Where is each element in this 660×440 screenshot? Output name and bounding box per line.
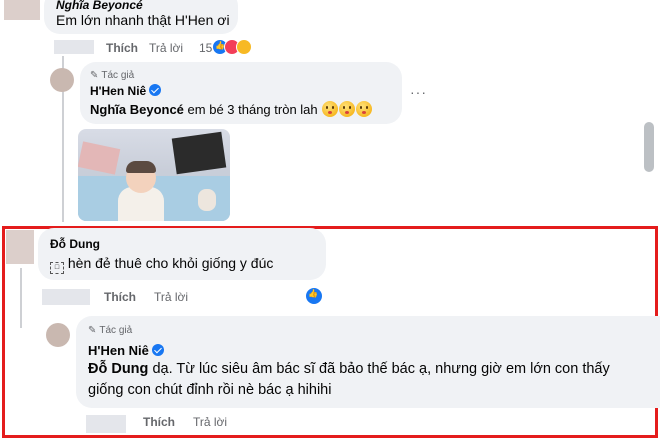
reply-text-body: dạ. Từ lúc siêu âm bác sĩ đã bảo thế bác… [152,361,610,377]
timestamp-redacted [54,40,94,54]
reply-author-name[interactable]: H'Hen Niê [88,343,149,358]
avatar[interactable] [50,68,74,92]
like-button[interactable]: Thích [104,290,136,304]
care-icon[interactable] [236,39,252,55]
reply-button[interactable]: Trả lời [154,290,188,304]
thread-line [20,268,22,328]
avatar[interactable] [4,0,40,20]
comment-bubble: Nghĩa Beyoncé Em lớn nhanh thật H'Hen ơi [44,0,238,34]
kiss-emoji [322,101,339,117]
photo-pillow [78,141,121,175]
like-icon[interactable] [305,287,323,305]
reply-button[interactable]: Trả lời [193,415,227,429]
reply-text-line1: Đỗ Dung dạ. Từ lúc siêu âm bác sĩ đã bảo… [88,361,610,377]
reply-author[interactable]: H'Hen Niê [90,84,162,98]
reply-text-body: em bé 3 tháng tròn lah [187,102,318,117]
comment-bubble: Đỗ Dung □ hèn đẻ thuê cho khỏi giống y đ… [38,228,326,280]
kiss-emoji [339,101,356,117]
comment-author[interactable]: Đỗ Dung [50,237,100,251]
like-button[interactable]: Thích [143,415,175,429]
reply-text-line2: giống con chút đỉnh rồi nè bác ạ hihihi [88,382,332,398]
avatar[interactable] [6,230,34,264]
more-options-button[interactable]: ··· [410,84,427,100]
timestamp-redacted [42,289,90,305]
unknown-glyph-icon: □ [50,262,64,274]
comment-author[interactable]: Nghĩa Beyoncé [56,0,143,12]
reaction-count[interactable]: 15 [199,41,212,55]
photo-toy [198,189,216,211]
author-badge: ✎ Tác giả [90,70,134,81]
reply-button[interactable]: Trả lời [149,41,183,55]
photo-baby-hair [126,161,156,173]
timestamp-redacted [86,415,126,433]
mention-link[interactable]: Nghĩa Beyoncé [90,102,184,117]
like-button[interactable]: Thích [106,41,138,55]
verified-icon [151,344,164,356]
reply-author-name[interactable]: H'Hen Niê [90,84,146,98]
comment-text-body: hèn đẻ thuê cho khỏi giống y đúc [67,255,274,271]
verified-icon [149,84,162,96]
scrollbar[interactable] [644,122,654,172]
author-badge-label: Tác giả [101,70,135,81]
reply-text: Nghĩa Beyoncé em bé 3 tháng tròn lah [90,101,373,117]
author-badge: ✎ Tác giả [88,325,132,336]
kiss-emoji [356,101,373,117]
avatar[interactable] [46,323,70,347]
author-badge-label: Tác giả [99,325,133,336]
reply-bubble: ✎ Tác giả H'Hen Niê Đỗ Dung dạ. Từ lúc s… [76,316,660,408]
comment-text: □ hèn đẻ thuê cho khỏi giống y đúc [50,255,273,274]
comment-text: Em lớn nhanh thật H'Hen ơi [56,12,230,28]
attached-photo[interactable] [78,129,230,221]
mention-link[interactable]: Đỗ Dung [88,361,148,377]
reply-bubble: ✎ Tác giả H'Hen Niê Nghĩa Beyoncé em bé … [80,62,402,124]
photo-pillow [171,131,227,175]
reply-author[interactable]: H'Hen Niê [88,343,164,358]
pencil-icon: ✎ [88,325,97,336]
pencil-icon: ✎ [90,70,99,81]
